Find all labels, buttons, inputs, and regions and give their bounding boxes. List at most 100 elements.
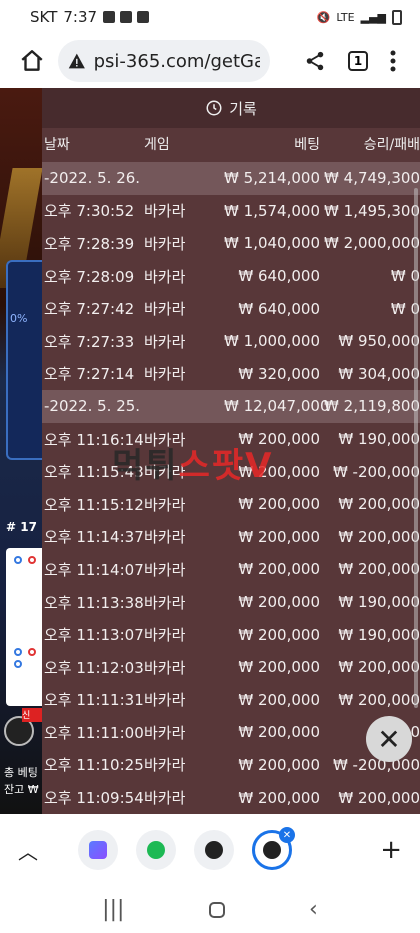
close-icon: ✕: [377, 722, 401, 756]
tab-switcher-button[interactable]: 1: [348, 51, 368, 71]
row-time: 오후 11:10:25: [44, 756, 144, 775]
row-bet: ₩ 5,214,000: [224, 169, 320, 188]
table-row: 오후 11:15:12 바카라 ₩ 200,000 ₩ 200,000: [42, 488, 420, 521]
row-bet: ₩ 1,574,000: [224, 201, 320, 220]
close-tab-icon[interactable]: ✕: [279, 827, 295, 843]
table-row: 오후 7:27:42 바카라 ₩ 640,000 ₩ 0: [42, 292, 420, 325]
row-game: 바카라: [144, 332, 186, 351]
row-date: -2022. 5. 25.: [44, 397, 141, 416]
date-group-row: -2022. 5. 26. ₩ 5,214,000 ₩ 4,749,300: [42, 162, 420, 195]
new-tab-button[interactable]: +: [380, 835, 402, 865]
row-time: 오후 7:30:52: [44, 202, 135, 221]
row-time: 오후 11:11:00: [44, 723, 144, 742]
app-icon: [89, 841, 107, 859]
row-bet: ₩ 200,000: [238, 788, 320, 807]
row-result: ₩ -200,000: [332, 462, 420, 481]
row-game: 바카라: [144, 300, 186, 319]
carrier-label: SKT: [30, 8, 58, 26]
tab-1[interactable]: [78, 830, 118, 870]
table-row: 오후 11:11:00바카라₩ 200,000₩ 0: [42, 716, 420, 749]
mute-icon: 🔇: [316, 10, 331, 24]
row-result: ₩ 200,000: [338, 690, 420, 709]
percent-label: 0%: [10, 312, 28, 325]
table-row: 오후 7:30:52 바카라 ₩ 1,574,000 ₩ 1,495,300: [42, 195, 420, 228]
row-game: 바카라: [144, 789, 186, 808]
row-game: 바카라: [144, 267, 186, 286]
row-result: ₩ 0: [390, 267, 420, 286]
betting-card[interactable]: [6, 260, 42, 460]
row-date: -2022. 5. 26.: [44, 169, 141, 188]
row-time: 오후 7:27:33: [44, 332, 135, 351]
home-nav-icon[interactable]: [208, 901, 225, 918]
row-time: 오후 11:14:37: [44, 528, 144, 547]
home-button[interactable]: [16, 45, 48, 77]
chevron-up-icon[interactable]: ︿: [18, 836, 38, 865]
recents-icon[interactable]: |||: [102, 897, 124, 922]
row-game: 바카라: [144, 626, 186, 645]
history-table-header: 날짜 게임 베팅 승리/패배: [42, 128, 420, 160]
row-game: 바카라: [144, 756, 186, 775]
notification-icons: [103, 11, 150, 23]
col-result: 승리/패배: [363, 137, 420, 153]
system-nav-bar: ||| ‹: [0, 886, 420, 933]
history-rows[interactable]: -2022. 5. 26. ₩ 5,214,000 ₩ 4,749,300 오후 7:…: [42, 162, 420, 814]
round-label: # 17: [6, 520, 37, 534]
row-bet: ₩ 640,000: [238, 299, 320, 318]
row-game: 바카라: [144, 723, 186, 742]
history-icon: [206, 100, 222, 116]
scrollbar[interactable]: [414, 188, 418, 708]
row-game: 바카라: [144, 234, 186, 253]
row-time: 오후 7:28:39: [44, 234, 135, 253]
row-bet: ₩ 1,000,000: [224, 332, 320, 351]
row-bet: ₩ 200,000: [238, 755, 320, 774]
signal-icon: ▂▄▆: [360, 10, 386, 24]
row-bet: ₩ 200,000: [238, 723, 320, 742]
more-menu-icon[interactable]: [390, 50, 396, 72]
watermark-part2: 스팟V: [178, 446, 274, 486]
battery-icon: [392, 9, 402, 25]
tab-2[interactable]: [136, 830, 176, 870]
share-icon[interactable]: [304, 50, 326, 72]
address-bar[interactable]: psi-365.com/getGam: [58, 40, 270, 82]
browser-toolbar: psi-365.com/getGam 1: [0, 34, 420, 88]
tab-3[interactable]: [194, 830, 234, 870]
col-game: 게임: [144, 137, 170, 153]
table-row: 오후 7:28:09 바카라 ₩ 640,000 ₩ 0: [42, 260, 420, 293]
date-group-row: -2022. 5. 25. ₩ 12,047,000 ₩ 2,119,800: [42, 390, 420, 423]
game-page: 0% # 17 신 총 베팅 잔고 ₩ 기록 날짜 게임 베팅 승리/패배 -2…: [0, 88, 420, 814]
row-bet: ₩ 320,000: [238, 364, 320, 383]
table-row: 오후 11:10:25 바카라 ₩ 200,000 ₩ -200,000: [42, 749, 420, 782]
chat-icon: [147, 841, 165, 859]
warning-icon: [68, 53, 85, 69]
table-row: 오후 7:27:14 바카라 ₩ 320,000 ₩ 304,000: [42, 358, 420, 391]
table-row: 오후 11:14:37 바카라 ₩ 200,000 ₩ 200,000: [42, 521, 420, 554]
table-row: 오후 7:27:33 바카라 ₩ 1,000,000 ₩ 950,000: [42, 325, 420, 358]
back-icon[interactable]: ‹: [309, 897, 318, 922]
row-result: ₩ 190,000: [338, 625, 420, 644]
history-panel: 기록 날짜 게임 베팅 승리/패배 -2022. 5. 26. ₩ 5,214,0…: [42, 88, 420, 814]
row-game: 바카라: [144, 528, 186, 547]
row-result: ₩ 200,000: [338, 495, 420, 514]
row-time: 오후 7:27:42: [44, 300, 135, 319]
row-game: 바카라: [144, 691, 186, 710]
tab-4-active[interactable]: ✕: [252, 827, 295, 870]
row-game: 바카라: [144, 495, 186, 514]
table-row: 오후 7:28:39 바카라 ₩ 1,040,000 ₩ 2,000,000: [42, 227, 420, 260]
row-bet: ₩ 12,047,000: [224, 397, 330, 416]
table-row: 오후 11:13:07 바카라 ₩ 200,000 ₩ 190,000: [42, 618, 420, 651]
col-bet: 베팅: [294, 137, 320, 153]
row-time: 오후 7:27:14: [44, 365, 135, 384]
close-button[interactable]: ✕: [366, 716, 412, 762]
row-bet: ₩ 200,000: [238, 690, 320, 709]
row-result: ₩ 190,000: [338, 430, 420, 449]
row-bet: ₩ 200,000: [238, 593, 320, 612]
row-result: ₩ 304,000: [338, 364, 420, 383]
row-result: ₩ 190,000: [338, 593, 420, 612]
scoreboard: [6, 548, 42, 706]
row-time: 오후 11:12:03: [44, 658, 144, 677]
row-result: ₩ 200,000: [338, 560, 420, 579]
row-bet: ₩ 200,000: [238, 658, 320, 677]
tab-strip: ︿ ✕ +: [0, 814, 420, 886]
row-game: 바카라: [144, 658, 186, 677]
globe-icon: [205, 841, 223, 859]
